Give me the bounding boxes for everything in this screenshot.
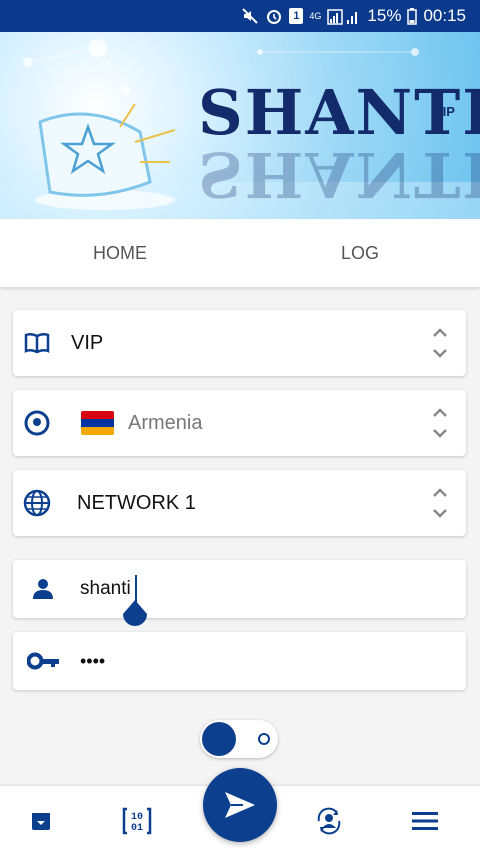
tab-home[interactable]: HOME [0, 219, 240, 287]
toggle-knob [202, 722, 236, 756]
brand-reflection: SHANTI [198, 138, 480, 211]
username-value: shanti [80, 578, 131, 599]
book-icon [23, 329, 51, 357]
send-icon [225, 792, 255, 818]
sim-icon: 1 [289, 8, 304, 24]
header-banner: SHANTI SHANTI VIP [0, 32, 480, 219]
password-field[interactable]: •••• [13, 632, 466, 690]
connection-toggle[interactable] [200, 720, 278, 758]
binary-icon[interactable]: 10 01 [122, 806, 152, 836]
battery-percent: 15% [367, 6, 402, 25]
text-selection-handle[interactable] [122, 600, 148, 632]
plan-select[interactable]: VIP [13, 310, 466, 376]
svg-text:10: 10 [131, 812, 143, 823]
country-value: Armenia [128, 411, 203, 434]
network-type-icon: 4G [309, 11, 322, 21]
password-value: •••• [80, 650, 106, 671]
archive-icon[interactable] [26, 806, 56, 836]
mute-icon [241, 7, 259, 25]
status-bar: 1 4G 15% 00:15 [0, 0, 480, 32]
tab-log[interactable]: LOG [240, 219, 480, 287]
connect-button[interactable] [203, 768, 277, 842]
country-select[interactable]: Armenia [13, 390, 466, 456]
signal-icon [327, 7, 361, 25]
vip-badge: VIP [434, 104, 455, 119]
alarm-icon [265, 7, 283, 25]
chevron-updown-icon [432, 326, 448, 360]
battery-icon [407, 7, 418, 25]
network-value: NETWORK 1 [77, 491, 196, 514]
user-icon [29, 575, 57, 603]
key-icon [27, 647, 61, 675]
network-select[interactable]: NETWORK 1 [13, 470, 466, 536]
chevron-updown-icon [432, 486, 448, 520]
shield-logo-icon [35, 103, 176, 210]
plan-value: VIP [71, 331, 104, 354]
menu-icon[interactable] [410, 806, 440, 836]
armenia-flag-icon [81, 411, 114, 435]
text-cursor [135, 575, 137, 603]
account-sync-icon[interactable] [314, 806, 344, 836]
location-pin-icon [23, 409, 51, 437]
toggle-off-indicator [258, 733, 270, 745]
tab-bar: HOME LOG [0, 219, 480, 287]
clock: 00:15 [423, 6, 466, 25]
svg-text:01: 01 [131, 823, 143, 834]
globe-icon [23, 489, 51, 517]
username-field[interactable]: shanti [13, 560, 466, 618]
chevron-updown-icon [432, 406, 448, 440]
